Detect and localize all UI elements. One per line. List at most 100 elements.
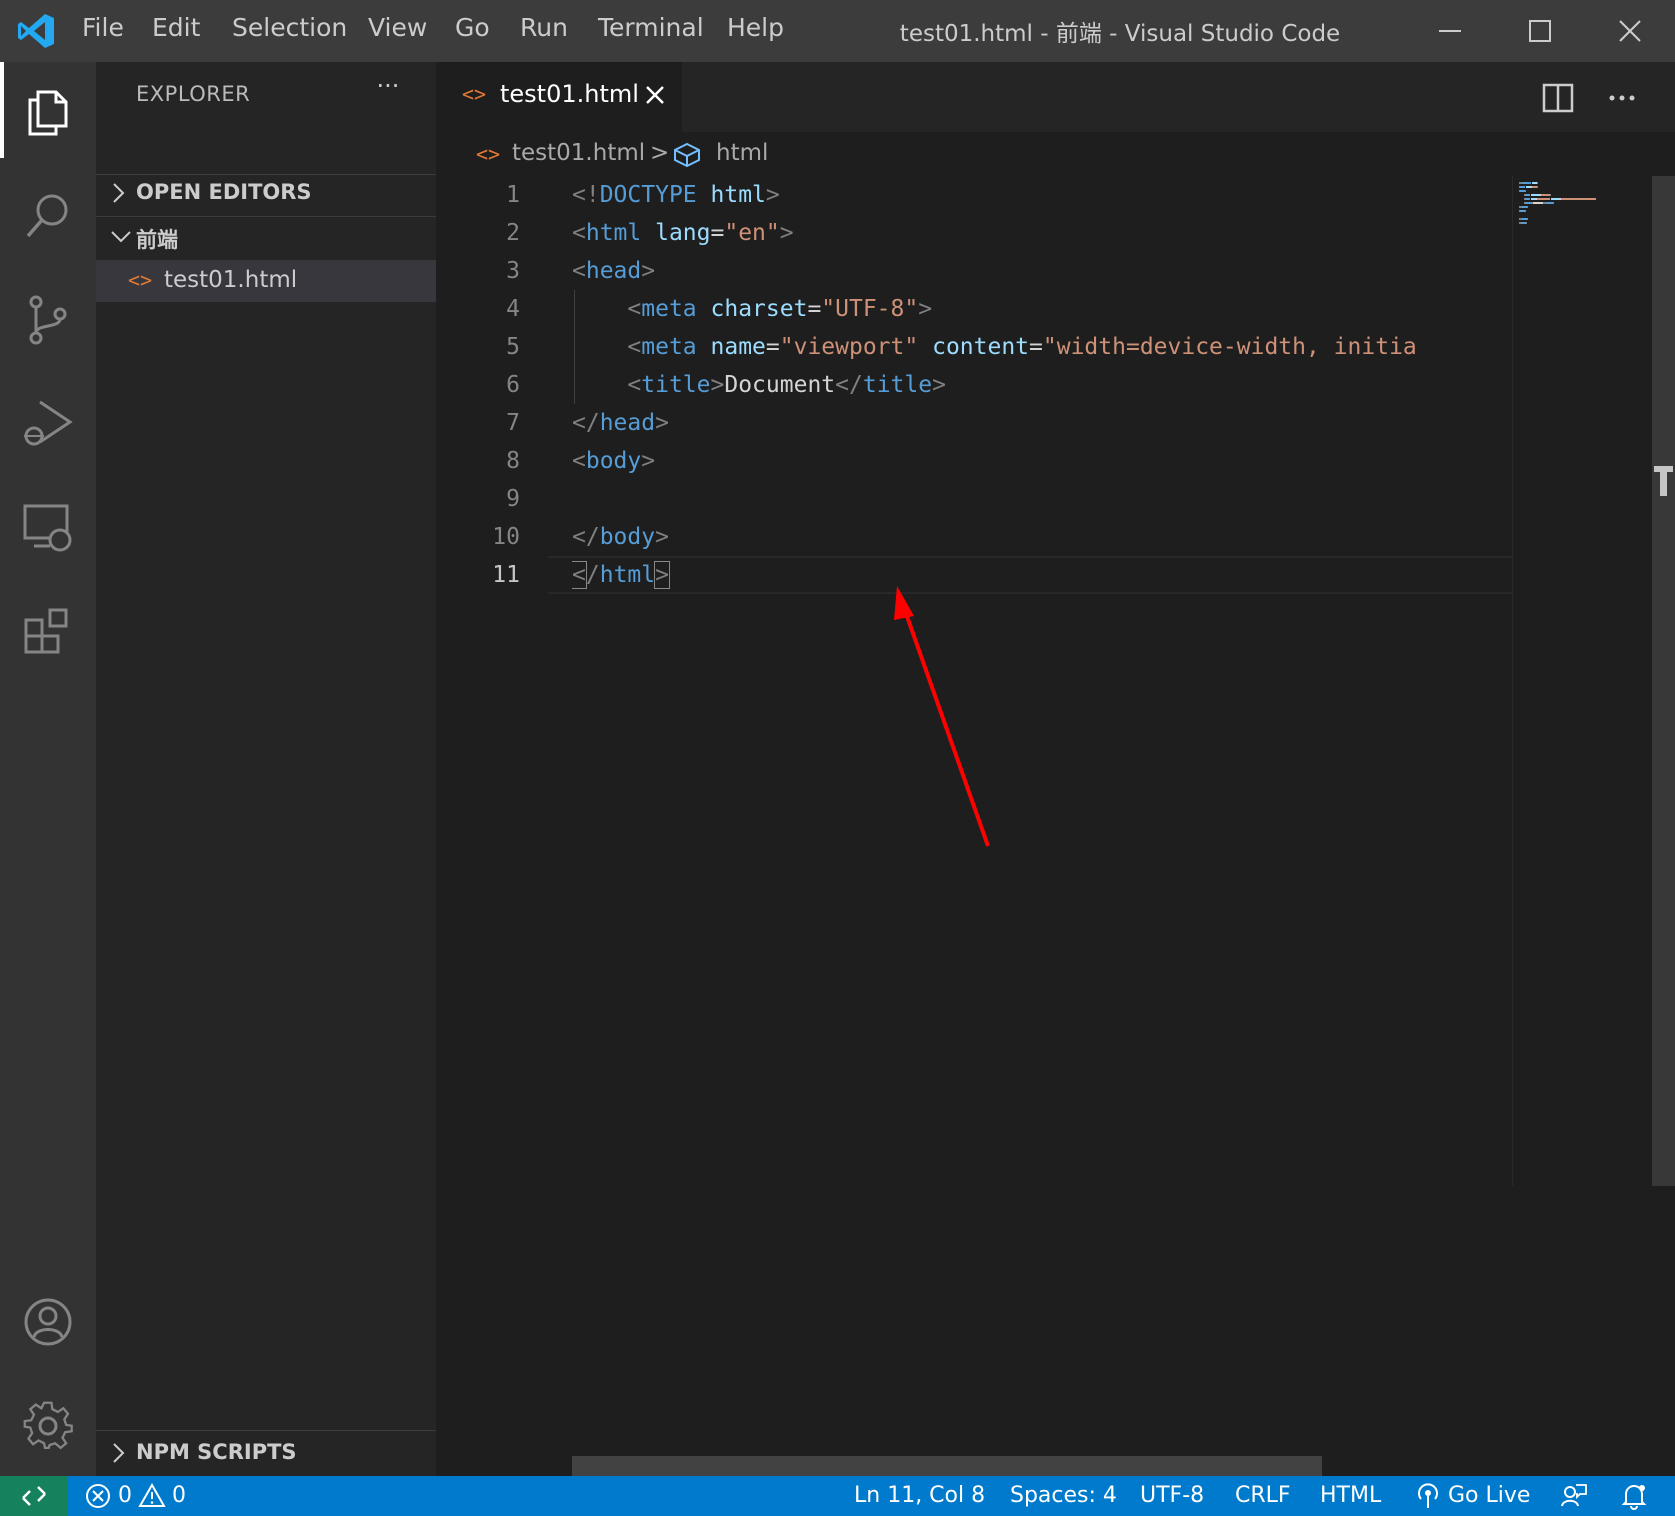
code-line[interactable]: </body> (572, 518, 669, 556)
remote-icon (22, 1486, 46, 1506)
matching-bracket: < (572, 561, 587, 589)
breadcrumb-symbol[interactable]: html (716, 140, 768, 166)
indentation[interactable]: Spaces: 4 (1010, 1483, 1117, 1508)
minimap-stroke (1550, 194, 1551, 196)
minimap-stroke (1527, 218, 1528, 220)
symbol-element-icon (674, 142, 700, 168)
menu-go[interactable]: Go (455, 13, 490, 42)
code-line[interactable]: </html> (572, 556, 670, 594)
source-control-icon (29, 295, 67, 345)
editor-tab-bar: <> test01.html (436, 62, 1675, 132)
sidebar-more-button[interactable]: ··· (368, 72, 408, 108)
code-token: title (862, 372, 933, 398)
activity-run-debug[interactable] (0, 374, 96, 470)
minimize-icon (1439, 30, 1461, 32)
section-folder[interactable]: 前端 (96, 216, 436, 258)
gear-icon (23, 1401, 73, 1450)
activity-explorer[interactable] (0, 62, 96, 158)
menu-edit[interactable]: Edit (152, 13, 200, 42)
menu-view[interactable]: View (368, 13, 427, 42)
end-of-line[interactable]: CRLF (1235, 1483, 1291, 1508)
activity-extensions[interactable] (0, 582, 96, 678)
code-line[interactable]: <!DOCTYPE html> (572, 176, 780, 214)
close-window-button[interactable] (1585, 0, 1675, 62)
code-token: content (932, 334, 1030, 360)
go-live-button[interactable]: Go Live (1448, 1483, 1530, 1508)
more-actions-icon[interactable] (1602, 78, 1642, 118)
title-bar: File Edit Selection View Go Run Terminal… (0, 0, 1675, 62)
sidebar-title: EXPLORER (136, 82, 251, 106)
activity-accounts[interactable] (0, 1272, 96, 1368)
code-token: html (710, 182, 766, 208)
menu-selection[interactable]: Selection (232, 13, 347, 42)
feedback-icon[interactable] (1560, 1482, 1588, 1510)
code-area[interactable]: <!DOCTYPE html> <html lang="en"> <head> <m… (572, 176, 1512, 1476)
extensions-icon (24, 608, 68, 654)
code-line[interactable]: <title>Document</title> (572, 366, 946, 404)
code-token: < (572, 220, 586, 246)
notifications-icon[interactable] (1620, 1482, 1648, 1510)
code-token: DOCTYPE (599, 182, 697, 208)
activity-source-control[interactable] (0, 270, 96, 366)
broadcast-icon[interactable] (1414, 1482, 1442, 1510)
status-bar: 0 0 Ln 11, Col 8 Spaces: 4 UTF-8 CRLF HT… (0, 1476, 1675, 1516)
language-mode[interactable]: HTML (1320, 1483, 1381, 1508)
split-editor-icon[interactable] (1538, 78, 1578, 118)
activity-remote-explorer[interactable] (0, 478, 96, 574)
code-token: </ (835, 372, 863, 398)
code-token: head (599, 410, 656, 436)
code-token: charset (710, 296, 808, 322)
minimap[interactable] (1512, 176, 1652, 1186)
code-line[interactable]: </head> (572, 404, 669, 442)
minimap-stroke (1525, 198, 1530, 200)
close-icon[interactable] (640, 80, 670, 110)
code-line[interactable]: <html lang="en"> (572, 214, 794, 252)
section-label: NPM SCRIPTS (136, 1440, 297, 1464)
activity-search[interactable] (0, 166, 96, 262)
vertical-scrollbar[interactable] (1652, 176, 1675, 1186)
horizontal-scrollbar[interactable] (572, 1456, 1322, 1476)
code-token: "width=device-width, initia (1042, 334, 1417, 360)
activity-manage[interactable] (0, 1376, 96, 1472)
section-divider (96, 216, 436, 217)
scrollbar-thumb[interactable] (1652, 176, 1675, 1186)
code-line[interactable]: <meta name="viewport" content="width=dev… (572, 328, 1417, 366)
breadcrumb-file[interactable]: test01.html (512, 140, 645, 166)
error-count[interactable]: 0 (118, 1483, 132, 1508)
active-indicator (0, 62, 4, 158)
warning-icon[interactable] (138, 1482, 166, 1510)
menu-terminal[interactable]: Terminal (598, 13, 704, 42)
minimap-stroke (1531, 194, 1540, 196)
code-token: body (585, 448, 642, 474)
cursor-position[interactable]: Ln 11, Col 8 (854, 1483, 985, 1508)
encoding[interactable]: UTF-8 (1140, 1483, 1204, 1508)
code-token: = (765, 334, 780, 360)
code-line[interactable]: <body> (572, 442, 655, 480)
minimap-stroke (1525, 210, 1526, 212)
code-line[interactable]: <head> (572, 252, 655, 290)
menu-file[interactable]: File (82, 13, 124, 42)
code-token: "viewport" (779, 334, 919, 360)
error-icon[interactable] (84, 1482, 112, 1510)
code-line[interactable]: <meta charset="UTF-8"> (572, 290, 932, 328)
code-token: < (627, 372, 642, 398)
html-file-icon: <> (476, 142, 501, 166)
code-token: > (918, 296, 933, 322)
remote-indicator[interactable] (0, 1476, 68, 1516)
warning-count[interactable]: 0 (172, 1483, 186, 1508)
code-token: = (807, 296, 822, 322)
code-editor[interactable]: 1 2 3 4 5 6 7 8 9 10 11 <!DOCTYPE html> <html lang=… (436, 176, 1675, 1476)
section-open-editors[interactable]: OPEN EDITORS (96, 172, 436, 214)
close-icon (1619, 20, 1641, 42)
tab-test01-html[interactable]: <> test01.html (436, 62, 682, 132)
minimize-button[interactable] (1405, 0, 1495, 62)
menu-run[interactable]: Run (520, 13, 568, 42)
minimap-stroke (1537, 198, 1550, 200)
menu-help[interactable]: Help (727, 13, 784, 42)
maximize-button[interactable] (1495, 0, 1585, 62)
section-npm-scripts[interactable]: NPM SCRIPTS (96, 1432, 436, 1474)
file-item-test01[interactable]: <> test01.html (96, 260, 436, 302)
section-label: OPEN EDITORS (136, 180, 312, 204)
code-token: "UTF-8" (821, 296, 919, 322)
